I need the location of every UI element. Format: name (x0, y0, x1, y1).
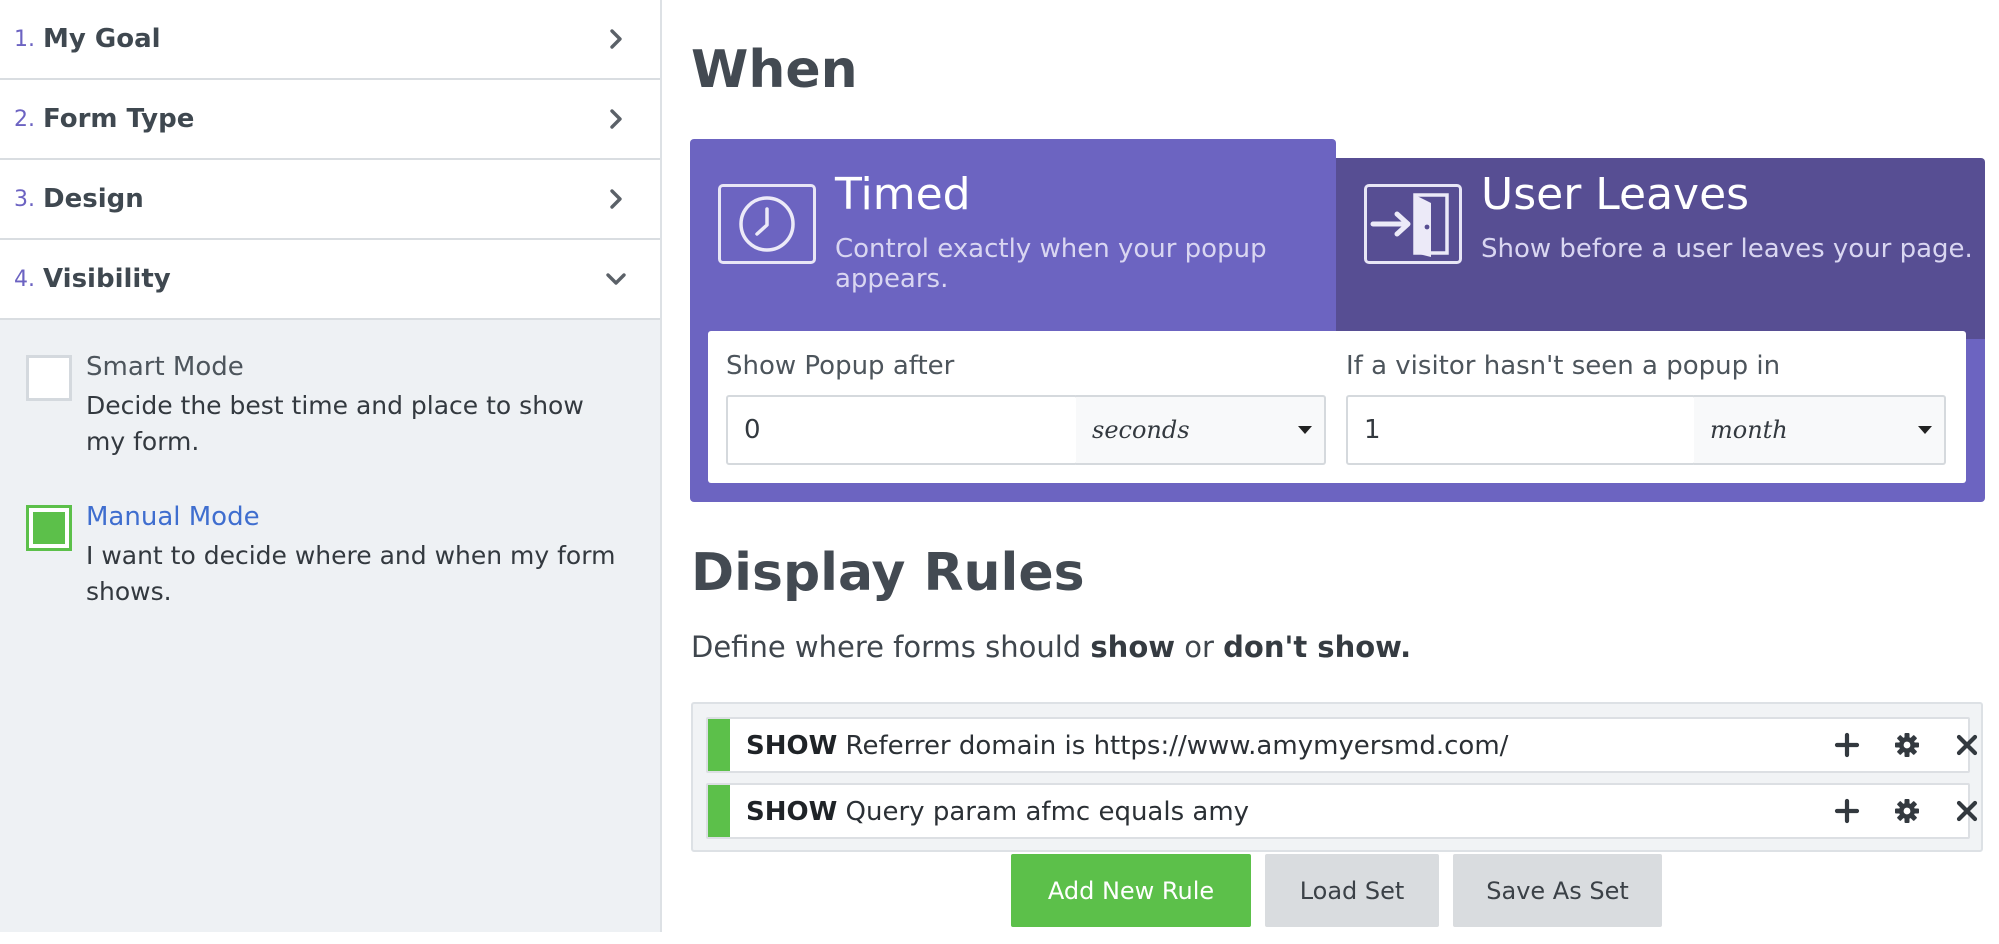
rule-condition: Referrer domain is https://www.amymyersm… (845, 731, 1509, 761)
when-heading: When (691, 40, 858, 100)
manual-mode-description: I want to decide where and when my form … (86, 541, 616, 606)
chevron-right-icon (604, 27, 628, 51)
tab-user-leaves-subtitle: Show before a user leaves your page. (1481, 234, 1973, 264)
rule-row[interactable]: SHOW Referrer domain is https://www.amym… (706, 717, 1978, 773)
clock-icon (718, 184, 816, 264)
rule-text: SHOW Query param afmc equals amy (746, 797, 1249, 827)
display-rules-heading: Display Rules (691, 543, 1085, 603)
step-number: 1. (14, 26, 35, 52)
tab-timed[interactable]: Timed Control exactly when your popup ap… (690, 139, 1336, 339)
gear-icon[interactable] (1893, 731, 1921, 759)
step-number: 3. (14, 186, 35, 212)
rules-desc-prefix: Define where forms should (691, 630, 1091, 664)
rule-condition: Query param afmc equals amy (845, 797, 1250, 827)
rules-list: SHOW Referrer domain is https://www.amym… (691, 702, 1983, 852)
tab-user-leaves[interactable]: User Leaves Show before a user leaves yo… (1336, 158, 1985, 339)
step-form-type[interactable]: 2. Form Type (0, 80, 660, 160)
step-number: 4. (14, 266, 35, 292)
not-seen-unit-value: month (1710, 416, 1788, 444)
step-my-goal[interactable]: 1. My Goal (0, 0, 660, 80)
step-design[interactable]: 3. Design (0, 160, 660, 240)
not-seen-label: If a visitor hasn't seen a popup in (1346, 351, 1781, 381)
not-seen-unit-select[interactable]: month (1694, 395, 1946, 465)
show-after-unit-select[interactable]: seconds (1076, 395, 1326, 465)
rule-row[interactable]: SHOW Query param afmc equals amy (706, 783, 1978, 839)
close-icon[interactable] (1953, 731, 1981, 759)
manual-mode-checkbox[interactable] (26, 505, 72, 551)
step-title: My Goal (43, 24, 161, 54)
rules-desc-show: show (1090, 630, 1176, 664)
show-after-unit-value: seconds (1092, 416, 1190, 444)
exit-door-icon (1364, 184, 1462, 264)
settings-sidebar: 1. My Goal 2. Form Type 3. Design 4. Vis… (0, 0, 662, 932)
rule-keyword: SHOW (746, 731, 838, 761)
rule-status-bar (708, 719, 730, 771)
caret-down-icon (1298, 426, 1312, 434)
save-as-set-button[interactable]: Save As Set (1453, 854, 1662, 927)
chevron-right-icon (604, 107, 628, 131)
smart-mode-checkbox[interactable] (26, 355, 72, 401)
step-title: Form Type (43, 104, 195, 134)
add-new-rule-button[interactable]: Add New Rule (1011, 854, 1251, 927)
step-visibility[interactable]: 4. Visibility (0, 240, 660, 320)
timing-fields: Show Popup after 0 seconds If a visitor … (708, 331, 1966, 483)
tab-timed-title: Timed (835, 169, 971, 220)
smart-mode-description: Decide the best time and place to show m… (86, 391, 584, 456)
rules-desc-dont-show: don't show. (1223, 630, 1412, 664)
load-set-button[interactable]: Load Set (1265, 854, 1439, 927)
chevron-right-icon (604, 187, 628, 211)
rule-keyword: SHOW (746, 797, 838, 827)
rule-status-bar (708, 785, 730, 837)
gear-icon[interactable] (1893, 797, 1921, 825)
show-after-label: Show Popup after (726, 351, 955, 381)
step-title: Visibility (43, 264, 171, 294)
tab-user-leaves-title: User Leaves (1481, 169, 1750, 220)
step-title: Design (43, 184, 144, 214)
manual-mode-title[interactable]: Manual Mode (86, 502, 260, 532)
show-after-input[interactable]: 0 (726, 395, 1078, 465)
rule-text: SHOW Referrer domain is https://www.amym… (746, 731, 1508, 761)
close-icon[interactable] (1953, 797, 1981, 825)
tab-timed-subtitle: Control exactly when your popup appears. (835, 234, 1267, 294)
chevron-down-icon (604, 267, 628, 291)
add-condition-icon[interactable] (1833, 731, 1861, 759)
smart-mode-title[interactable]: Smart Mode (86, 352, 244, 382)
rules-desc-or: or (1175, 630, 1224, 664)
display-rules-description: Define where forms should show or don't … (691, 630, 1411, 664)
not-seen-input[interactable]: 1 (1346, 395, 1696, 465)
trigger-panel: Timed Control exactly when your popup ap… (690, 139, 1985, 502)
step-number: 2. (14, 106, 35, 132)
caret-down-icon (1918, 426, 1932, 434)
add-condition-icon[interactable] (1833, 797, 1861, 825)
